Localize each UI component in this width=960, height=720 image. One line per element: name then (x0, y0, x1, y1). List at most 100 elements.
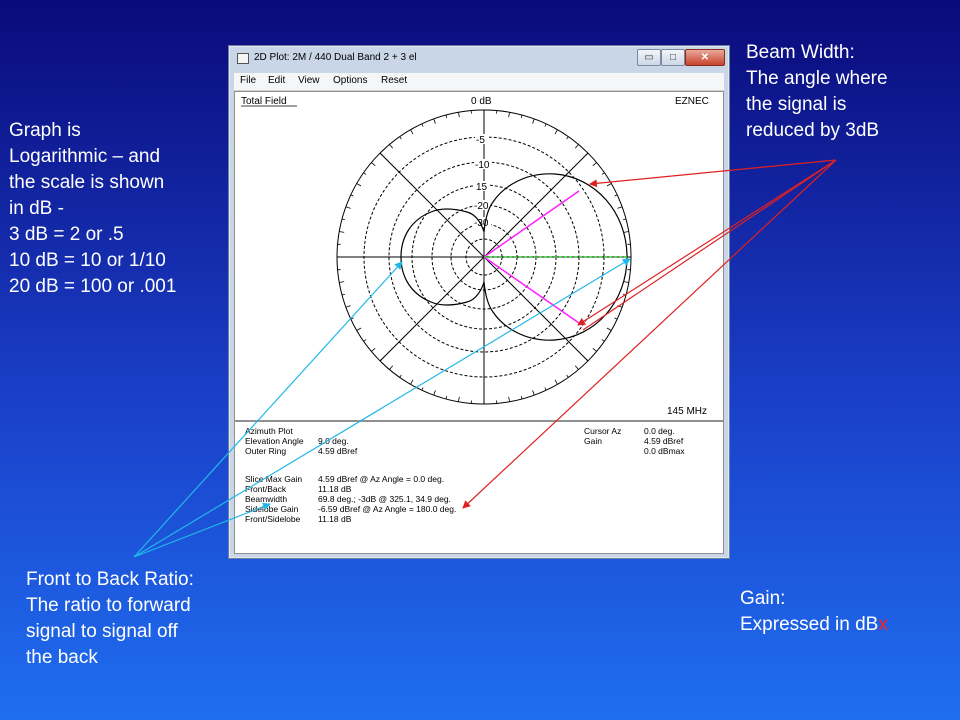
info-label: Slice Max Gain (245, 474, 303, 484)
menu-view[interactable]: View (298, 75, 320, 86)
cursor-gain-value: 4.59 dBref (644, 436, 684, 446)
beam-line-upper (483, 190, 580, 258)
menu-file[interactable]: File (240, 75, 256, 86)
info-label: Front/Sidelobe (245, 514, 301, 524)
tick-mark (421, 123, 424, 127)
ring-label-20: -20 (474, 201, 489, 212)
tick-mark (617, 305, 623, 308)
tick-mark (389, 144, 394, 149)
info-label: Front/Back (245, 484, 287, 494)
info-value: 9.0 deg. (318, 436, 349, 446)
tick-mark (606, 183, 612, 187)
tick-mark (508, 112, 510, 118)
ring-label-0db: 0 dB (471, 96, 492, 107)
tick-mark (410, 379, 414, 385)
gain-note: Gain: Expressed in dBx (740, 586, 888, 638)
menu-edit[interactable]: Edit (268, 75, 285, 86)
tick-mark (614, 317, 618, 320)
tick-mark (601, 339, 605, 342)
tick-mark (622, 293, 627, 296)
ring-labels: 0 dB -5 -10 15 -20 -30 (470, 94, 500, 229)
ring-label-15: 15 (476, 182, 488, 193)
info-value: 4.59 dBref @ Az Angle = 0.0 deg. (318, 474, 445, 484)
tick-mark (433, 118, 436, 124)
polar-plot-panel[interactable]: Total Field EZNEC 145 MHz 0 dB -5 -10 15… (234, 91, 724, 421)
info-label: Elevation Angle (245, 436, 304, 446)
tick-mark (399, 136, 402, 140)
info-value: 69.8 deg.; -3dB @ 325.1, 34.9 deg. (318, 494, 451, 504)
tick-mark (341, 218, 346, 221)
tick-mark (345, 206, 351, 209)
tick-mark (585, 152, 589, 156)
ring-label-30: -30 (474, 218, 489, 229)
tick-mark (433, 390, 436, 396)
ring-label-10: -10 (475, 160, 490, 171)
tick-mark (363, 339, 367, 342)
tick-mark (601, 172, 605, 175)
tick-mark (606, 327, 612, 331)
tick-mark (339, 231, 345, 233)
window-titlebar[interactable]: 2D Plot: 2M / 440 Dual Band 2 + 3 el ▭ □… (229, 46, 729, 72)
tick-mark (458, 112, 460, 118)
tick-mark (356, 183, 362, 187)
polar-plot: Total Field EZNEC 145 MHz 0 dB -5 -10 15… (241, 94, 709, 417)
info-value: 11.18 dB (318, 484, 352, 494)
tick-mark (363, 172, 367, 175)
tick-mark (445, 395, 448, 400)
tick-mark (445, 114, 448, 119)
tick-mark (345, 305, 351, 308)
info-value: 11.18 dB (318, 514, 352, 524)
tick-mark (356, 327, 362, 331)
tick-mark (585, 358, 589, 362)
tick-mark (350, 317, 354, 320)
tick-mark (532, 118, 535, 124)
window-title: 2D Plot: 2M / 440 Dual Band 2 + 3 el (254, 52, 417, 63)
cursor-gain-label: Gain (584, 436, 602, 446)
tick-mark (544, 387, 547, 391)
tick-mark (617, 206, 623, 209)
tick-mark (623, 231, 629, 233)
tick-mark (623, 281, 629, 283)
tick-mark (341, 293, 346, 296)
tick-mark (574, 365, 579, 370)
minimize-button[interactable]: ▭ (637, 49, 661, 66)
gain-note-suffix: x (878, 614, 888, 635)
tick-mark (350, 194, 354, 197)
tick-mark (421, 387, 424, 391)
tick-mark (614, 194, 618, 197)
info-label: Outer Ring (245, 446, 287, 456)
tick-mark (371, 347, 376, 352)
menu-options[interactable]: Options (333, 75, 367, 86)
info-label: Beamwidth (245, 494, 288, 504)
info-label: Azimuth Plot (245, 426, 293, 436)
tick-mark (554, 129, 558, 135)
frequency-label: 145 MHz (667, 406, 707, 417)
tick-mark (410, 129, 414, 135)
total-field-label: Total Field (241, 96, 287, 107)
menu-reset[interactable]: Reset (381, 75, 407, 86)
menu-bar: File Edit View Options Reset (234, 73, 724, 91)
close-button[interactable]: ✕ (685, 49, 725, 66)
tick-mark (574, 144, 579, 149)
tick-mark (566, 136, 569, 140)
info-value: 4.59 dBref (318, 446, 358, 456)
info-label: Sidelobe Gain (245, 504, 299, 514)
cursor-az-label: Cursor Az (584, 426, 622, 436)
eznec-brand: EZNEC (675, 96, 709, 107)
tick-mark (592, 347, 597, 352)
beamwidth-lines (483, 190, 627, 324)
tick-mark (339, 281, 345, 283)
tick-mark (554, 379, 558, 385)
tick-mark (520, 114, 523, 119)
tick-mark (520, 395, 523, 400)
plot-window: 2D Plot: 2M / 440 Dual Band 2 + 3 el ▭ □… (228, 45, 730, 559)
tick-mark (458, 396, 460, 402)
ring-label-5: -5 (476, 135, 485, 146)
tick-mark (508, 396, 510, 402)
tick-mark (592, 162, 597, 167)
tick-mark (379, 152, 383, 156)
tick-mark (544, 123, 547, 127)
info-value: -6.59 dBref @ Az Angle = 180.0 deg. (318, 504, 457, 514)
tick-mark (566, 374, 569, 378)
maximize-button[interactable]: □ (661, 49, 685, 66)
